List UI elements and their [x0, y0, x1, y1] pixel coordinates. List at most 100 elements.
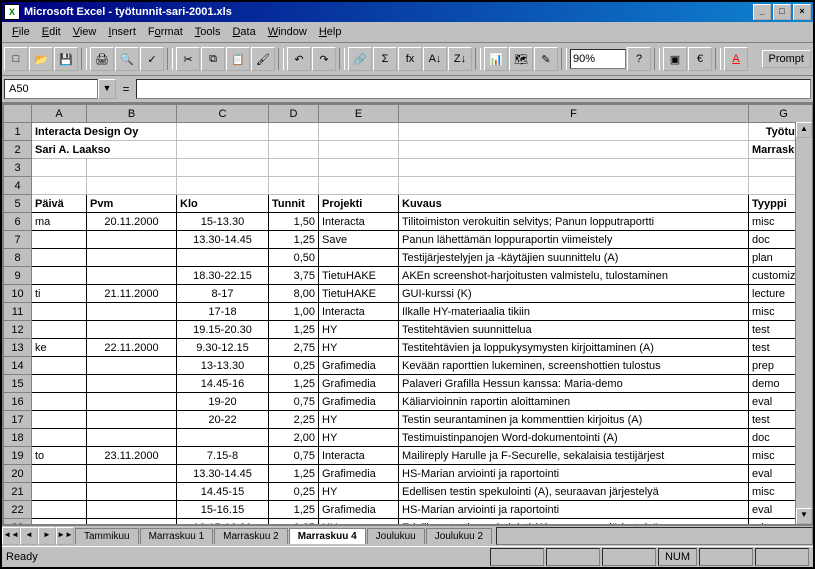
- cell[interactable]: Save: [319, 231, 399, 249]
- cell[interactable]: 15-16.15: [177, 501, 269, 519]
- cell[interactable]: 13.30-14.45: [177, 465, 269, 483]
- cell[interactable]: [32, 375, 87, 393]
- formula-input[interactable]: [136, 79, 811, 99]
- undo-icon[interactable]: ↶: [287, 47, 311, 71]
- sort-asc-icon[interactable]: A↓: [423, 47, 447, 71]
- hdr-klo[interactable]: Klo: [177, 195, 269, 213]
- cell[interactable]: Interacta: [319, 213, 399, 231]
- cell[interactable]: [32, 303, 87, 321]
- col-C[interactable]: C: [177, 105, 269, 123]
- col-F[interactable]: F: [399, 105, 749, 123]
- cell[interactable]: Kevään raporttien lukeminen, screenshott…: [399, 357, 749, 375]
- drawing-icon[interactable]: ✎: [534, 47, 558, 71]
- cell[interactable]: [87, 375, 177, 393]
- cell[interactable]: [87, 483, 177, 501]
- cell[interactable]: 1,50: [269, 213, 319, 231]
- chart-icon[interactable]: 📊: [484, 47, 508, 71]
- sheet-tab[interactable]: Marraskuu 1: [140, 528, 214, 544]
- cell[interactable]: Palaveri Grafilla Hessun kanssa: Maria-d…: [399, 375, 749, 393]
- menu-window[interactable]: Window: [262, 24, 313, 40]
- cell[interactable]: 8-17: [177, 285, 269, 303]
- row-head[interactable]: 12: [4, 321, 32, 339]
- cell[interactable]: 1,25: [269, 465, 319, 483]
- cell[interactable]: [32, 519, 87, 525]
- cell[interactable]: 13-13.30: [177, 357, 269, 375]
- cell[interactable]: Grafimedia: [319, 393, 399, 411]
- print-icon[interactable]: 🖨: [90, 47, 114, 71]
- menu-edit[interactable]: Edit: [36, 24, 67, 40]
- prompt-button[interactable]: Prompt: [762, 50, 811, 68]
- cell[interactable]: 0,25: [269, 483, 319, 501]
- hdr-pvm[interactable]: Pvm: [87, 195, 177, 213]
- row-head[interactable]: 17: [4, 411, 32, 429]
- cell[interactable]: [87, 321, 177, 339]
- cell[interactable]: [32, 501, 87, 519]
- cell[interactable]: [87, 267, 177, 285]
- cell[interactable]: [87, 501, 177, 519]
- cell[interactable]: HY: [319, 339, 399, 357]
- cell[interactable]: 1,25: [269, 231, 319, 249]
- cell[interactable]: 14.45-15: [177, 483, 269, 501]
- hdr-projekti[interactable]: Projekti: [319, 195, 399, 213]
- cell[interactable]: 14.45-16: [177, 375, 269, 393]
- cell[interactable]: 3,75: [269, 267, 319, 285]
- help-icon[interactable]: ?: [627, 47, 651, 71]
- row-head-2[interactable]: 2: [4, 141, 32, 159]
- cell[interactable]: HY: [319, 321, 399, 339]
- name-box[interactable]: A50: [4, 79, 98, 99]
- cell[interactable]: Ilkalle HY-materiaalia tikiin: [399, 303, 749, 321]
- row-head[interactable]: 19: [4, 447, 32, 465]
- spellcheck-icon[interactable]: ✓: [140, 47, 164, 71]
- cell[interactable]: Edellisen testin spekulointi (A), seuraa…: [399, 483, 749, 501]
- col-B[interactable]: B: [87, 105, 177, 123]
- horizontal-scrollbar[interactable]: [496, 527, 813, 545]
- cell[interactable]: TietuHAKE: [319, 285, 399, 303]
- menu-file[interactable]: File: [6, 24, 36, 40]
- cell[interactable]: Testitehtävien suunnittelua: [399, 321, 749, 339]
- zoom-box[interactable]: 90%: [570, 49, 626, 69]
- cell[interactable]: 9.30-12.15: [177, 339, 269, 357]
- open-icon[interactable]: 📂: [29, 47, 53, 71]
- col-G[interactable]: G: [749, 105, 813, 123]
- row-head[interactable]: 7: [4, 231, 32, 249]
- font-color-icon[interactable]: A: [724, 47, 748, 71]
- cell[interactable]: HY: [319, 429, 399, 447]
- sheet-tab[interactable]: Tammikuu: [75, 528, 139, 544]
- cell[interactable]: [87, 357, 177, 375]
- euro-icon[interactable]: €: [688, 47, 712, 71]
- menu-insert[interactable]: Insert: [102, 24, 142, 40]
- cell[interactable]: 15-13.30: [177, 213, 269, 231]
- tab-last-icon[interactable]: ►►: [56, 527, 74, 545]
- cell[interactable]: Testin seurantaminen ja kommenttien kirj…: [399, 411, 749, 429]
- cell[interactable]: [32, 267, 87, 285]
- cell[interactable]: Edellisen testin spekulointi (A), seuraa…: [399, 519, 749, 525]
- menu-format[interactable]: Format: [142, 24, 189, 40]
- cell-A1[interactable]: Interacta Design Oy: [32, 123, 177, 141]
- cell[interactable]: [32, 483, 87, 501]
- cell[interactable]: 20.11.2000: [87, 213, 177, 231]
- cell[interactable]: 2,25: [269, 411, 319, 429]
- cell[interactable]: Tilitoimiston verokuitin selvitys; Panun…: [399, 213, 749, 231]
- row-head[interactable]: 14: [4, 357, 32, 375]
- cell[interactable]: HY: [319, 519, 399, 525]
- cell[interactable]: 19.15-20.30: [177, 321, 269, 339]
- tab-prev-icon[interactable]: ◄: [20, 527, 38, 545]
- cell[interactable]: Grafimedia: [319, 357, 399, 375]
- menu-data[interactable]: Data: [226, 24, 261, 40]
- cell[interactable]: 8,00: [269, 285, 319, 303]
- row-head[interactable]: 18: [4, 429, 32, 447]
- cell[interactable]: [32, 393, 87, 411]
- row-head[interactable]: 15: [4, 375, 32, 393]
- menu-help[interactable]: Help: [313, 24, 348, 40]
- hdr-paiva[interactable]: Päivä: [32, 195, 87, 213]
- cell[interactable]: [32, 357, 87, 375]
- scroll-up-icon[interactable]: ▲: [796, 122, 812, 138]
- cell[interactable]: GUI-kurssi (K): [399, 285, 749, 303]
- minimize-button[interactable]: _: [753, 4, 771, 20]
- format-painter-icon[interactable]: 🖌: [251, 47, 275, 71]
- row-head[interactable]: 13: [4, 339, 32, 357]
- cell[interactable]: [32, 321, 87, 339]
- cell[interactable]: Testijärjestelyjen ja -käytäjien suunnit…: [399, 249, 749, 267]
- cell[interactable]: HY: [319, 411, 399, 429]
- cell[interactable]: 18.30-22.15: [177, 267, 269, 285]
